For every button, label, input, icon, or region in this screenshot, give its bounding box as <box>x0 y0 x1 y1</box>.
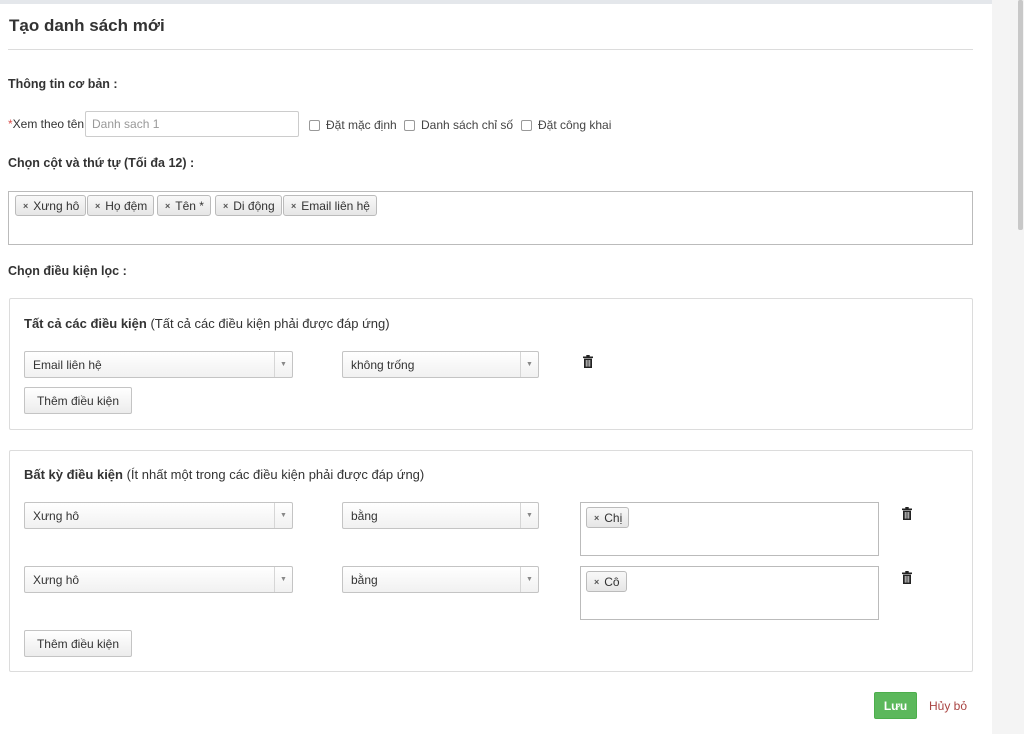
chevron-down-icon[interactable]: ▼ <box>274 352 292 377</box>
operator-select[interactable]: bằng ▼ <box>342 502 539 529</box>
value-tag-input[interactable]: × Cô <box>580 566 879 620</box>
field-select-value: Xưng hô <box>33 508 80 523</box>
all-conditions-title-rest: (Tất cả các điều kiện phải được đáp ứng) <box>146 316 390 331</box>
any-conditions-title: Bất kỳ điều kiện (Ít nhất một trong các … <box>24 467 424 482</box>
scrollbar-thumb[interactable] <box>1018 0 1023 230</box>
value-tag-input[interactable]: × Chị <box>580 502 879 556</box>
field-select[interactable]: Xưng hô ▼ <box>24 566 293 593</box>
basic-info-heading: Thông tin cơ bản : <box>8 77 118 91</box>
name-label: *Xem theo tên <box>8 117 84 131</box>
default-checkbox[interactable]: Đặt mặc định <box>309 118 397 132</box>
chevron-down-icon[interactable]: ▼ <box>274 503 292 528</box>
index-list-checkbox[interactable]: Danh sách chỉ số <box>404 118 513 132</box>
close-icon[interactable]: × <box>23 201 28 211</box>
field-select-value: Xưng hô <box>33 572 80 587</box>
trash-icon[interactable] <box>583 355 593 368</box>
columns-tag-input[interactable]: × Xưng hô × Họ đệm × Tên * × Di động × E… <box>8 191 973 245</box>
chevron-down-icon[interactable]: ▼ <box>520 567 538 592</box>
top-border <box>0 0 1024 4</box>
chevron-down-icon[interactable]: ▼ <box>520 503 538 528</box>
close-icon[interactable]: × <box>95 201 100 211</box>
columns-heading: Chọn cột và thứ tự (Tối đa 12) : <box>8 156 195 170</box>
scrollbar-track[interactable] <box>992 0 1024 734</box>
column-tag[interactable]: × Tên * <box>157 195 211 216</box>
checkbox-label: Đặt mặc định <box>326 118 397 132</box>
checkbox-box[interactable] <box>309 119 320 131</box>
column-tag[interactable]: × Di động <box>215 195 282 216</box>
chevron-down-icon[interactable]: ▼ <box>274 567 292 592</box>
add-all-condition-button[interactable]: Thêm điều kiện <box>24 387 132 414</box>
any-conditions-title-bold: Bất kỳ điều kiện <box>24 467 123 482</box>
field-select-value: Email liên hệ <box>33 357 102 372</box>
value-tag[interactable]: × Chị <box>586 507 630 528</box>
close-icon[interactable]: × <box>594 577 599 587</box>
public-checkbox[interactable]: Đặt công khai <box>521 118 611 132</box>
operator-select-value: không trống <box>351 357 415 372</box>
any-conditions-panel: Bất kỳ điều kiện (Ít nhất một trong các … <box>9 450 973 672</box>
filters-heading: Chọn điều kiện lọc : <box>8 264 127 278</box>
value-tag[interactable]: × Cô <box>586 571 627 592</box>
cancel-link[interactable]: Hủy bỏ <box>929 699 967 713</box>
any-conditions-title-rest: (Ít nhất một trong các điều kiện phải đư… <box>122 467 425 482</box>
checkbox-box[interactable] <box>521 119 532 131</box>
column-tag[interactable]: × Xưng hô <box>15 195 87 216</box>
checkbox-label: Danh sách chỉ số <box>421 118 514 132</box>
column-tag-label: Xưng hô <box>33 198 80 213</box>
column-tag-label: Họ đệm <box>105 198 148 213</box>
operator-select-value: bằng <box>351 508 378 523</box>
chevron-down-icon[interactable]: ▼ <box>520 352 538 377</box>
operator-select[interactable]: không trống ▼ <box>342 351 539 378</box>
column-tag[interactable]: × Họ đệm <box>87 195 155 216</box>
add-any-condition-button[interactable]: Thêm điều kiện <box>24 630 132 657</box>
trash-icon[interactable] <box>902 507 912 520</box>
save-button[interactable]: Lưu <box>874 692 917 719</box>
value-tag-label: Cô <box>604 574 620 589</box>
operator-select[interactable]: bằng ▼ <box>342 566 539 593</box>
name-label-text: Xem theo tên <box>12 117 85 131</box>
checkbox-box[interactable] <box>404 119 415 131</box>
field-select[interactable]: Email liên hệ ▼ <box>24 351 293 378</box>
all-conditions-panel: Tất cả các điều kiện (Tất cả các điều ki… <box>9 298 973 430</box>
column-tag-label: Di động <box>233 198 275 213</box>
close-icon[interactable]: × <box>291 201 296 211</box>
all-conditions-title: Tất cả các điều kiện (Tất cả các điều ki… <box>24 316 390 331</box>
close-icon[interactable]: × <box>594 513 599 523</box>
title-divider <box>8 49 973 50</box>
value-tag-label: Chị <box>604 510 623 525</box>
all-conditions-title-bold: Tất cả các điều kiện <box>24 316 147 331</box>
column-tag[interactable]: × Email liên hệ <box>283 195 377 216</box>
column-tag-label: Email liên hệ <box>301 198 370 213</box>
list-name-input[interactable] <box>85 111 299 137</box>
page-title: Tạo danh sách mới <box>9 16 165 35</box>
trash-icon[interactable] <box>902 571 912 584</box>
checkbox-label: Đặt công khai <box>538 118 612 132</box>
operator-select-value: bằng <box>351 572 378 587</box>
field-select[interactable]: Xưng hô ▼ <box>24 502 293 529</box>
close-icon[interactable]: × <box>165 201 170 211</box>
close-icon[interactable]: × <box>223 201 228 211</box>
column-tag-label: Tên * <box>175 198 204 213</box>
